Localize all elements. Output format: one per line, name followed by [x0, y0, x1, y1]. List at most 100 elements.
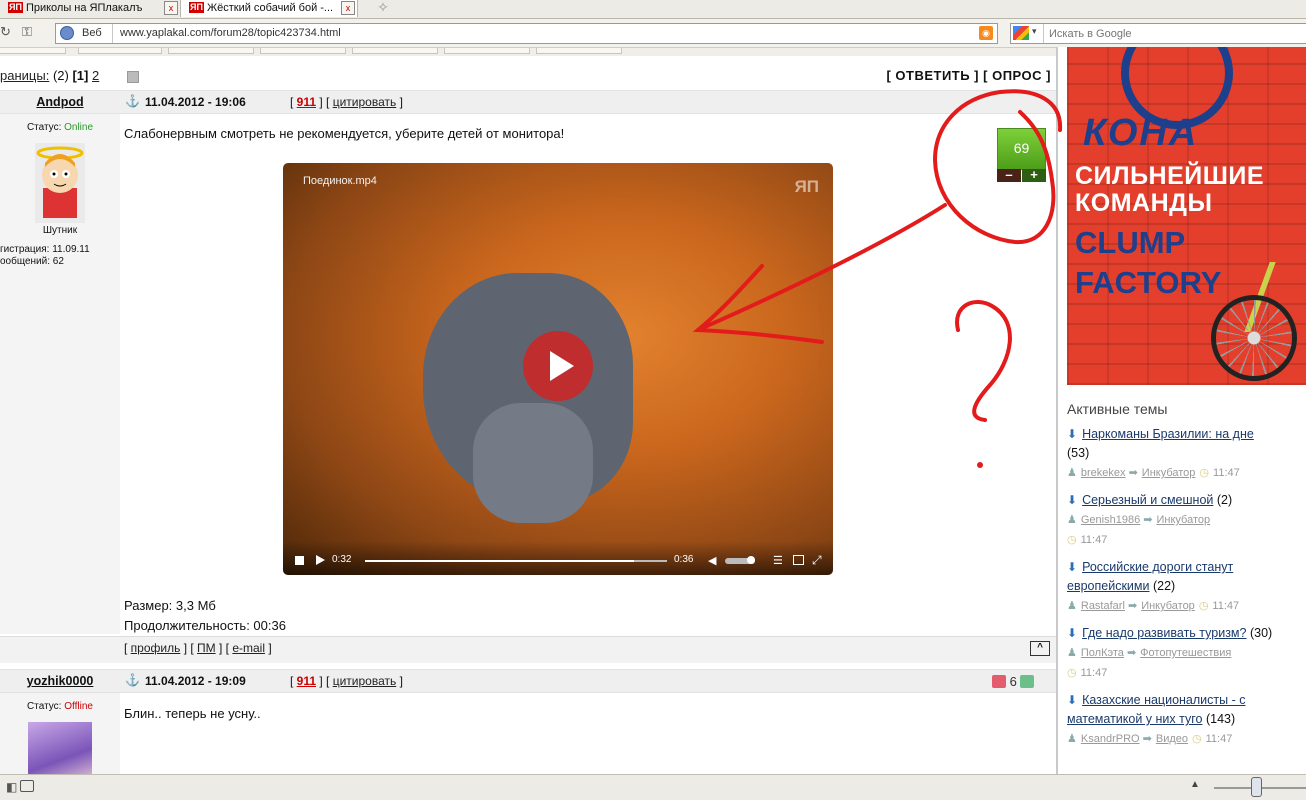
volume-slider[interactable] [725, 556, 755, 564]
search-box[interactable]: ▾ [1010, 23, 1306, 44]
google-icon[interactable] [1013, 26, 1029, 40]
status-label: Статус: [26, 122, 62, 133]
post-author[interactable]: Andpod [0, 95, 120, 109]
topic-link[interactable]: Где надо развивать туризм? [1082, 626, 1246, 640]
forum-icon: ➡ [1142, 733, 1152, 745]
anchor-icon[interactable]: ⚓ [125, 673, 140, 687]
seek-bar[interactable] [365, 560, 667, 562]
rss-icon[interactable]: ◉ [979, 26, 993, 40]
email-link[interactable]: e-mail [232, 641, 265, 655]
topic-user[interactable]: brekekex [1081, 467, 1126, 479]
zoom-slider-handle[interactable] [1251, 777, 1262, 797]
topic-link[interactable]: Наркоманы Бразилии: на дне [1082, 427, 1254, 441]
camera-icon[interactable] [20, 780, 34, 792]
globe-icon [60, 26, 74, 40]
topic-forum[interactable]: Инкубатор [1141, 600, 1195, 612]
vote-up-icon[interactable] [1020, 675, 1035, 688]
pages-label[interactable]: раницы: [0, 68, 49, 83]
post-author[interactable]: yozhik0000 [0, 674, 120, 688]
url-text[interactable]: www.yaplakal.com/forum28/topic423734.htm… [120, 27, 341, 39]
sidebar-toggle-icon[interactable]: ◧ [6, 780, 17, 794]
ad-text: FACTORY [1075, 265, 1222, 300]
clock-icon: ◷ [1067, 534, 1077, 546]
topic-user[interactable]: Rastafarl [1081, 600, 1125, 612]
topic-time: 11:47 [1080, 667, 1108, 679]
browser-tab-active[interactable]: ЯП Жёсткий собачий бой -... x [181, 0, 358, 17]
key-icon[interactable]: ⚿ [22, 24, 32, 40]
tab-title: Жёсткий собачий бой -... [206, 2, 334, 14]
list-item: ⬇ Российские дороги станут европейскими (… [1067, 558, 1306, 616]
topic-forum[interactable]: Видео [1156, 733, 1188, 745]
topic-link[interactable]: Российские дороги станут европейскими [1067, 560, 1233, 593]
bike-wheel [1211, 295, 1297, 381]
quote-link[interactable]: цитировать [333, 674, 397, 688]
poll-button[interactable]: [ ОПРОС ] [983, 68, 1051, 83]
menu-icon[interactable]: ☰ [773, 554, 783, 567]
scroll-top-button[interactable]: ^ [1030, 641, 1050, 656]
topic-count: (22) [1152, 579, 1176, 593]
video-duration: Продолжительность: 00:36 [124, 618, 286, 633]
volume-icon[interactable]: ◀ [708, 554, 716, 567]
topic-user[interactable]: ПолКэта [1081, 647, 1124, 659]
rating-plus-button[interactable]: + [1022, 168, 1046, 182]
topic-forum[interactable]: Фотопутешествия [1140, 647, 1231, 659]
author-info: Статус: Online Шутник гистрация: 11.09.1… [0, 114, 120, 634]
bookmark-button[interactable] [260, 48, 346, 54]
avatar[interactable] [35, 143, 85, 223]
topic-count: (53) [1067, 446, 1090, 460]
reload-icon[interactable]: ↻ [0, 24, 11, 40]
bookmark-button[interactable] [0, 48, 66, 54]
search-mode[interactable]: Веб [82, 27, 102, 39]
bookmark-button[interactable] [168, 48, 254, 54]
vote-down-icon[interactable] [992, 675, 1006, 688]
browser-tab[interactable]: ЯП Приколы на ЯПлакалъ x [0, 0, 181, 17]
pagination-bar: раницы: (2) [1] 2 [ ОТВЕТИТЬ ] [ ОПРОС ] [0, 66, 1056, 86]
bookmark-button[interactable] [352, 48, 438, 54]
profile-link[interactable]: профиль [131, 641, 181, 655]
quote-link[interactable]: цитировать [333, 95, 397, 109]
page-2-link[interactable]: 2 [92, 68, 99, 83]
fullscreen-icon[interactable]: ⤢ [812, 553, 822, 568]
current-page: [1] [72, 68, 89, 83]
bookmark-button[interactable] [78, 48, 162, 54]
video-player[interactable]: Поединок.mp4 ЯП 0:32 0:36 ◀ ☰ ⤢ [283, 163, 833, 575]
reply-button[interactable]: [ ОТВЕТИТЬ ] [886, 68, 979, 83]
topic-time: 11:47 [1080, 534, 1108, 546]
address-bar[interactable]: Веб www.yaplakal.com/forum28/topic423734… [55, 23, 998, 44]
topic-forum[interactable]: Инкубатор [1142, 467, 1196, 479]
post-rating-value: 6 [1009, 674, 1017, 689]
advertisement-banner[interactable]: КОНА СИЛЬНЕЙШИЕ КОМАНДЫ CLUMP FACTORY [1067, 47, 1306, 385]
avatar[interactable] [28, 722, 92, 774]
play-icon[interactable] [523, 331, 593, 401]
bookmark-button[interactable] [536, 48, 622, 54]
forum-icon: ➡ [1143, 514, 1153, 526]
bookmark-button[interactable] [444, 48, 530, 54]
clock-icon: ◷ [1198, 600, 1209, 612]
topic-forum[interactable]: Инкубатор [1156, 514, 1210, 526]
clock-icon: ◷ [1067, 667, 1077, 679]
chevron-down-icon[interactable]: ▾ [1032, 26, 1037, 37]
print-icon[interactable] [127, 71, 139, 83]
topic-user[interactable]: KsandrPRO [1081, 733, 1140, 745]
stop-icon[interactable] [295, 556, 304, 565]
votes-link[interactable]: 911 [297, 674, 316, 688]
popout-icon[interactable] [793, 555, 804, 565]
votes-link[interactable]: 911 [297, 95, 316, 109]
search-input[interactable] [1047, 25, 1301, 42]
play-small-icon[interactable] [316, 555, 325, 565]
forum-icon: ➡ [1127, 600, 1138, 612]
close-tab-icon[interactable]: x [341, 1, 355, 15]
rating-minus-button[interactable]: – [997, 168, 1021, 182]
topic-link[interactable]: Серьезный и смешной [1082, 493, 1213, 507]
list-item: ⬇ Наркоманы Бразилии: на дне (53) ♟ brekek… [1067, 425, 1306, 483]
duration-time: 0:36 [674, 554, 694, 565]
new-tab-icon[interactable]: ✧ [374, 0, 392, 16]
close-tab-icon[interactable]: x [164, 1, 178, 15]
topic-user[interactable]: Genish1986 [1081, 514, 1140, 526]
pm-link[interactable]: ПМ [197, 641, 216, 655]
anchor-icon[interactable]: ⚓ [125, 94, 140, 108]
arrow-up-icon[interactable]: ▲ [1190, 779, 1200, 790]
topic-time: 11:47 [1205, 733, 1233, 745]
ad-text: CLUMP [1075, 225, 1186, 260]
arrow-down-icon: ⬇ [1067, 560, 1078, 574]
